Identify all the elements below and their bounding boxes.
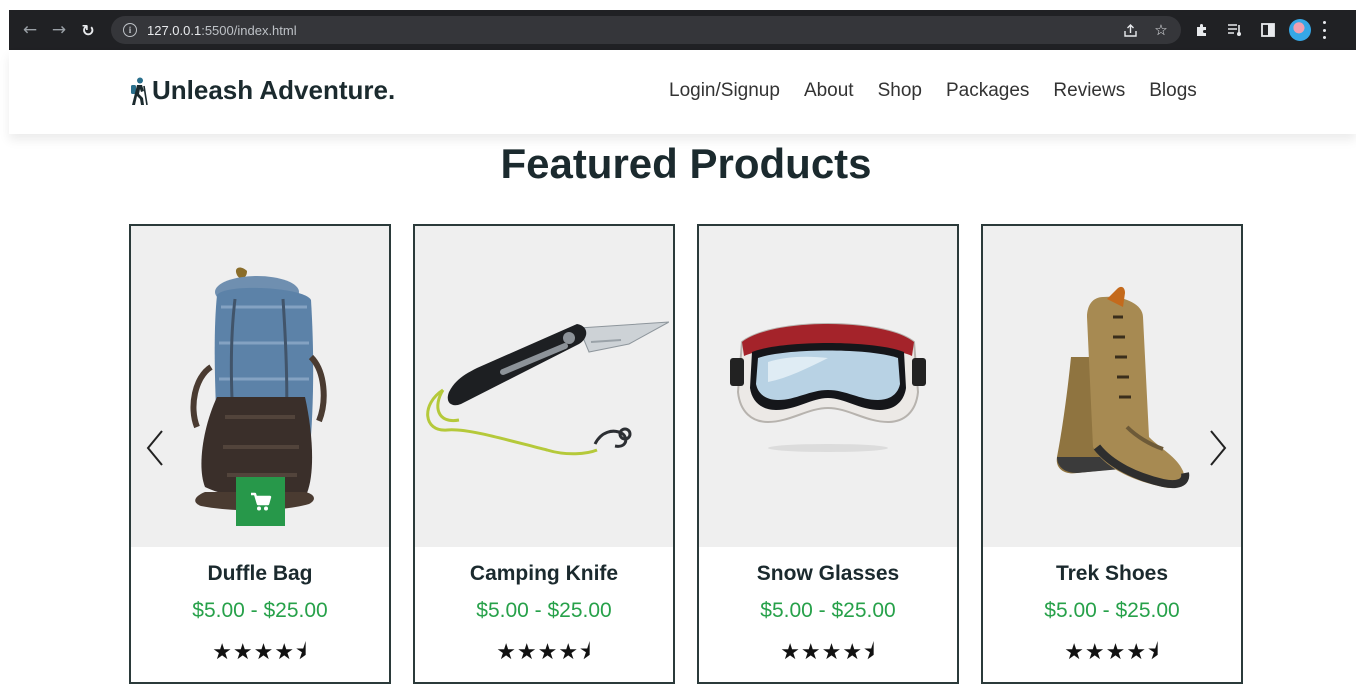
product-price: $5.00 - $25.00	[1044, 599, 1180, 622]
star-icon[interactable]: ☆	[1150, 19, 1172, 41]
star-full-icon: ★	[232, 640, 254, 665]
chevron-right-icon[interactable]	[1208, 428, 1228, 468]
star-full-icon: ★	[1126, 640, 1148, 665]
extensions-icon[interactable]	[1190, 18, 1214, 42]
product-card[interactable]: Camping Knife $5.00 - $25.00 ★★★★⯨	[413, 224, 675, 684]
product-name[interactable]: Camping Knife	[415, 562, 673, 586]
star-full-icon: ★	[516, 640, 538, 665]
browser-toolbar: ← → ↻ i 127.0.0.1:5500/index.html ☆	[9, 10, 1356, 50]
nav-login-signup[interactable]: Login/Signup	[669, 80, 780, 102]
star-full-icon: ★	[212, 640, 233, 665]
url-path: :5500/index.html	[201, 22, 297, 38]
url-host: 127.0.0.1	[147, 22, 202, 38]
site-header: Unleash Adventure. Login/Signup About Sh…	[9, 50, 1356, 134]
nav-packages[interactable]: Packages	[946, 80, 1029, 102]
nav-about[interactable]: About	[804, 80, 854, 102]
forward-icon[interactable]: →	[48, 19, 70, 41]
add-to-cart-button[interactable]	[236, 477, 285, 526]
star-half-icon: ⯨	[863, 640, 876, 665]
nav-blogs[interactable]: Blogs	[1149, 80, 1197, 102]
product-rating: ★★★★⯨	[699, 635, 957, 673]
profile-avatar[interactable]	[1289, 19, 1311, 41]
star-full-icon: ★	[780, 640, 801, 665]
url-text[interactable]: 127.0.0.1:5500/index.html	[147, 23, 297, 38]
product-image-hiking-boots[interactable]	[983, 226, 1241, 547]
star-full-icon: ★	[274, 640, 296, 665]
product-card[interactable]: Duffle Bag $5.00 - $25.00 ★★★★⯨	[129, 224, 391, 684]
section-title: Featured Products	[500, 140, 872, 187]
product-name[interactable]: Trek Shoes	[983, 562, 1241, 586]
product-price: $5.00 - $25.00	[476, 599, 612, 622]
menu-icon[interactable]	[1321, 21, 1327, 39]
star-full-icon: ★	[1064, 640, 1085, 665]
reading-list-icon[interactable]	[1223, 18, 1247, 42]
product-price: $5.00 - $25.00	[760, 599, 896, 622]
star-half-icon: ⯨	[579, 640, 592, 665]
star-full-icon: ★	[800, 640, 822, 665]
reload-icon[interactable]: ↻	[77, 19, 99, 41]
star-full-icon: ★	[558, 640, 580, 665]
side-panel-icon[interactable]	[1256, 18, 1280, 42]
star-full-icon: ★	[1084, 640, 1106, 665]
star-full-icon: ★	[1105, 640, 1127, 665]
nav-shop[interactable]: Shop	[878, 80, 922, 102]
address-bar[interactable]: i 127.0.0.1:5500/index.html ☆	[111, 16, 1181, 44]
product-rating: ★★★★⯨	[983, 635, 1241, 673]
star-full-icon: ★	[496, 640, 517, 665]
chevron-left-icon[interactable]	[145, 428, 165, 468]
info-icon[interactable]: i	[123, 23, 137, 37]
share-icon[interactable]	[1119, 19, 1141, 41]
brand-logo[interactable]: Unleash Adventure.	[128, 75, 395, 106]
star-full-icon: ★	[821, 640, 843, 665]
product-name[interactable]: Duffle Bag	[131, 562, 389, 586]
product-card[interactable]: Trek Shoes $5.00 - $25.00 ★★★★⯨	[981, 224, 1243, 684]
product-card[interactable]: Snow Glasses $5.00 - $25.00 ★★★★⯨	[697, 224, 959, 684]
star-full-icon: ★	[842, 640, 864, 665]
product-price: $5.00 - $25.00	[192, 599, 328, 622]
star-half-icon: ⯨	[1147, 640, 1160, 665]
hiker-icon	[131, 77, 148, 105]
back-icon[interactable]: ←	[19, 19, 41, 41]
product-rating: ★★★★⯨	[131, 635, 389, 673]
product-name[interactable]: Snow Glasses	[699, 562, 957, 586]
brand-name: Unleash Adventure.	[152, 75, 396, 105]
star-full-icon: ★	[253, 640, 275, 665]
nav-reviews[interactable]: Reviews	[1053, 80, 1125, 102]
cart-icon	[250, 492, 271, 510]
main-nav: Login/Signup About Shop Packages Reviews…	[669, 80, 1221, 102]
product-image-ski-goggles[interactable]	[699, 226, 957, 547]
star-full-icon: ★	[537, 640, 559, 665]
star-half-icon: ⯨	[295, 640, 308, 665]
product-image-folding-knife[interactable]	[415, 226, 673, 547]
product-rating: ★★★★⯨	[415, 635, 673, 673]
